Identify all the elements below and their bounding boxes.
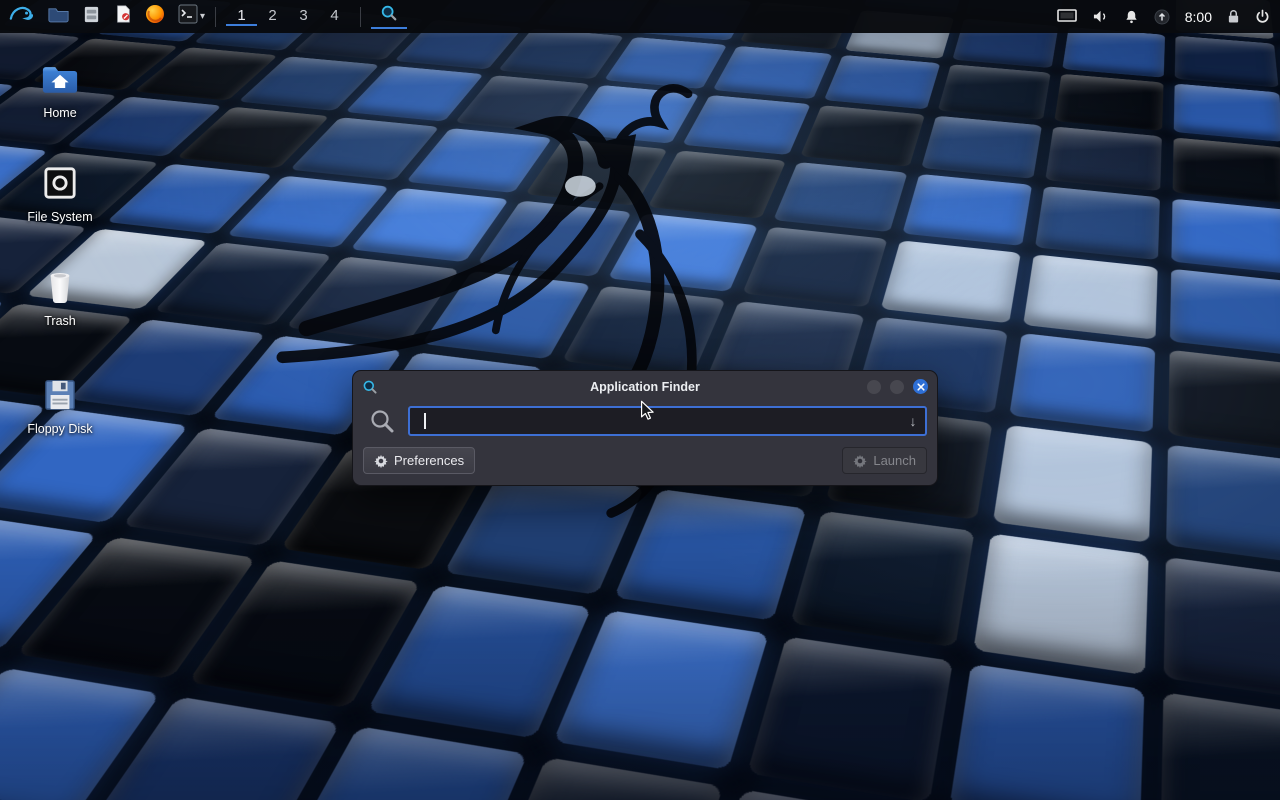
desktop-icon-floppy-disk[interactable]: Floppy Disk (14, 372, 106, 436)
application-finder-icon (380, 4, 398, 27)
notification-bell-icon[interactable] (1124, 9, 1139, 24)
workspace-4-button[interactable]: 4 (319, 7, 350, 26)
workspace-label: 2 (268, 7, 276, 24)
workspace-label: 1 (237, 7, 245, 24)
desktop-icon-label: Trash (14, 314, 106, 328)
workspace-2-button[interactable]: 2 (257, 7, 288, 26)
window-titlebar[interactable]: Application Finder (353, 371, 937, 402)
power-icon[interactable] (1255, 9, 1270, 24)
desktop-icon-trash[interactable]: Trash (14, 264, 106, 328)
search-entry[interactable]: ↓ (408, 406, 927, 436)
launch-label: Launch (873, 453, 916, 468)
search-input[interactable] (410, 408, 901, 434)
text-caret (424, 413, 426, 429)
workspace-label: 3 (299, 7, 307, 24)
kali-menu-button[interactable] (4, 0, 38, 33)
firefox-icon (145, 4, 165, 29)
volume-icon[interactable] (1092, 9, 1109, 24)
file-system-drive-icon (14, 160, 106, 206)
text-editor-launcher[interactable] (114, 0, 132, 33)
update-status-icon[interactable] (1154, 9, 1170, 25)
application-finder-window: Application Finder (352, 370, 938, 486)
close-icon (917, 383, 925, 391)
window-title: Application Finder (353, 380, 937, 394)
floppy-disk-icon (14, 372, 106, 418)
text-editor-icon (114, 5, 132, 28)
file-manager-icon (48, 5, 69, 28)
trash-bin-icon (14, 264, 106, 310)
combo-dropdown-arrow-icon[interactable]: ↓ (901, 413, 925, 429)
workspace-label: 4 (330, 7, 338, 24)
preferences-label: Preferences (394, 453, 464, 468)
desktop-icon-file-system[interactable]: File System (14, 160, 106, 224)
desktop-icon-label: File System (14, 210, 106, 224)
panel-clock[interactable]: 8:00 (1185, 9, 1212, 25)
workspace-switcher: 1 2 3 4 (226, 7, 350, 26)
wallpaper-cube (604, 36, 727, 88)
firefox-launcher[interactable] (145, 0, 165, 33)
desktop-icon-label: Home (14, 106, 106, 120)
panel-separator (360, 7, 361, 27)
terminal-launcher[interactable]: ▾ (178, 0, 205, 33)
panel-separator (215, 7, 216, 27)
file-cabinet-icon (82, 5, 101, 29)
desktop-icon-label: Floppy Disk (14, 422, 106, 436)
file-manager-launcher[interactable] (48, 0, 69, 33)
display-icon[interactable] (1057, 9, 1077, 24)
launch-button[interactable]: Launch (842, 447, 927, 474)
wallpaper-cube (553, 610, 769, 770)
chevron-down-icon[interactable]: ▾ (200, 11, 205, 22)
kali-logo-icon (9, 2, 33, 31)
taskbar-application-finder-button[interactable] (371, 4, 407, 29)
top-panel: ▾ 1 2 3 4 (0, 0, 1280, 33)
file-cabinet-launcher[interactable] (82, 0, 101, 33)
workspace-1-button[interactable]: 1 (226, 7, 257, 26)
wallpaper-cube (881, 239, 1021, 322)
gear-icon (374, 454, 388, 468)
maximize-button[interactable] (890, 380, 904, 394)
search-icon (369, 408, 395, 434)
quick-launchers: ▾ (48, 0, 205, 33)
terminal-icon (178, 4, 198, 29)
window-app-icon (362, 379, 378, 395)
preferences-button[interactable]: Preferences (363, 447, 475, 474)
lock-icon[interactable] (1227, 9, 1240, 24)
minimize-button[interactable] (867, 380, 881, 394)
launch-icon (853, 454, 867, 468)
home-folder-icon (14, 56, 106, 102)
close-button[interactable] (913, 379, 928, 394)
desktop-icon-home[interactable]: Home (14, 56, 106, 120)
workspace-3-button[interactable]: 3 (288, 7, 319, 26)
